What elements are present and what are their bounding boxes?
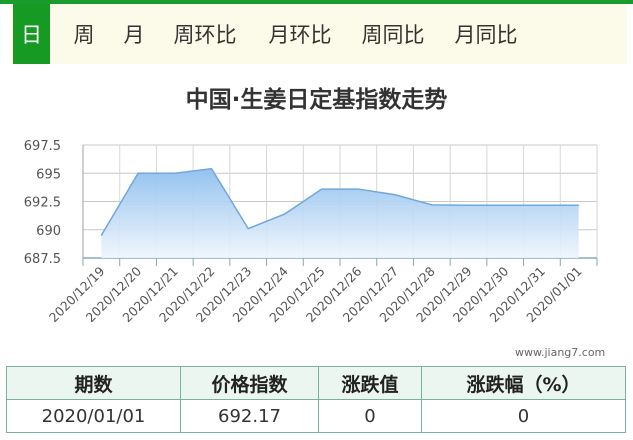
y-tick-label: 690 xyxy=(36,224,61,239)
y-tick-label: 695 xyxy=(36,167,61,182)
index-summary-table: 期数 价格指数 涨跌值 涨跌幅（%） 2020/01/01 692.17 0 0 xyxy=(6,366,626,433)
data-point xyxy=(321,188,323,190)
header-period: 期数 xyxy=(6,366,181,400)
data-point xyxy=(504,204,506,206)
tab-month[interactable]: 月 xyxy=(116,4,152,64)
tab-month-on-month[interactable]: 月环比 xyxy=(265,4,335,64)
data-point xyxy=(247,228,249,230)
table-header-row: 期数 价格指数 涨跌值 涨跌幅（%） xyxy=(6,366,626,400)
cell-change-value: 0 xyxy=(318,399,422,433)
data-point xyxy=(431,204,433,206)
data-point xyxy=(578,204,580,206)
cell-change-percent: 0 xyxy=(421,399,626,433)
tab-week-year-on-year[interactable]: 周同比 xyxy=(358,4,428,64)
data-point xyxy=(174,172,176,174)
tab-day[interactable]: 日 xyxy=(13,4,50,64)
y-tick-label: 692.5 xyxy=(24,196,61,211)
table-row: 2020/01/01 692.17 0 0 xyxy=(6,399,626,433)
data-point xyxy=(211,168,212,170)
data-point xyxy=(541,204,543,206)
data-point xyxy=(100,234,102,236)
tab-month-year-on-year[interactable]: 月同比 xyxy=(451,4,521,64)
header-price-index: 价格指数 xyxy=(180,366,319,400)
data-point xyxy=(137,172,139,174)
data-point xyxy=(357,188,359,190)
data-point xyxy=(468,204,469,206)
price-index-chart: 687.5690692.5695697.52020/12/192020/12/2… xyxy=(24,139,598,325)
cell-price-index: 692.17 xyxy=(180,399,319,433)
chart-title: 中国·生姜日定基指数走势 xyxy=(185,87,448,113)
y-tick-label: 697.5 xyxy=(24,139,61,154)
cell-period: 2020/01/01 xyxy=(6,399,181,433)
data-point xyxy=(284,213,286,215)
header-change-value: 涨跌值 xyxy=(318,366,422,400)
header-change-percent: 涨跌幅（%） xyxy=(421,366,626,400)
site-watermark: www.jiang7.com xyxy=(515,346,606,359)
tab-week-on-week[interactable]: 周环比 xyxy=(170,4,240,64)
period-tab-bar: 日 周 月 周环比 月环比 周同比 月同比 xyxy=(10,4,627,64)
tab-week[interactable]: 周 xyxy=(64,4,104,64)
y-tick-label: 687.5 xyxy=(24,252,61,267)
data-point xyxy=(394,194,396,196)
